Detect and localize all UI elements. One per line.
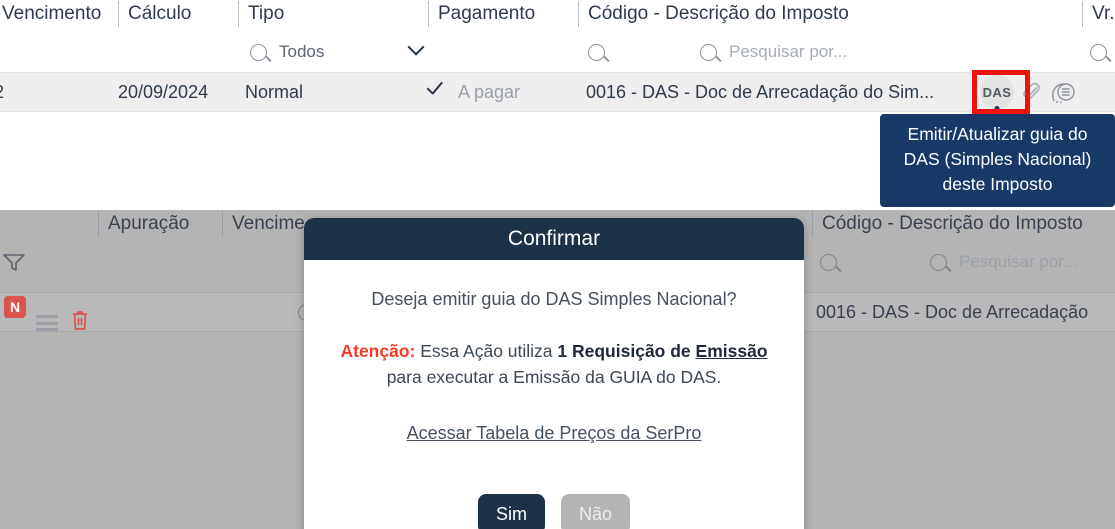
column-header-vencimento-2[interactable]: Vencime (222, 210, 305, 238)
filter-tipo-value: Todos (279, 42, 325, 61)
filter-tipo[interactable]: Todos (238, 32, 428, 72)
filter-imposto-placeholder: Pesquisar por... (729, 42, 848, 61)
modal-question: Deseja emitir guia do DAS Simples Nacion… (371, 289, 737, 309)
modal-warning: Atenção: Essa Ação utiliza 1 Requisição … (330, 338, 778, 390)
modal-warning-text-2: para executar a Emissão da GUIA do DAS. (386, 367, 722, 387)
cell-actions: DAS (980, 73, 1076, 111)
column-header-imposto[interactable]: Código - Descrição do Imposto (578, 0, 849, 28)
das-active-dot-icon (994, 106, 1000, 111)
column-header-calculo[interactable]: Cálculo (118, 0, 191, 28)
column-header-valor[interactable]: Vr. (1082, 0, 1115, 28)
filter-imposto-icon-wrap-2[interactable] (820, 242, 837, 282)
filter-funnel[interactable] (2, 242, 26, 282)
search-icon (1090, 43, 1107, 61)
hamburger-menu-icon[interactable] (36, 304, 58, 342)
column-header-imposto-2[interactable]: Código - Descrição do Imposto (812, 210, 1083, 238)
search-icon (588, 43, 605, 61)
status-badge-n: N (4, 296, 26, 318)
filter-imposto[interactable]: Pesquisar por... (700, 32, 1030, 72)
das-button[interactable]: DAS (980, 75, 1014, 111)
head-notes-icon[interactable] (1050, 79, 1076, 105)
filter-funnel-icon (2, 252, 26, 272)
column-header-apuracao[interactable]: Apuração (98, 210, 189, 238)
cell-calculo: 20/09/2024 (118, 81, 209, 102)
modal-title: Confirmar (304, 218, 804, 260)
top-grid-header-row: Vencimento Cálculo Tipo Pagamento Código… (0, 0, 1115, 32)
cell-imposto: 0016 - DAS - Doc de Arrecadação do Sim..… (586, 81, 935, 102)
modal-warning-bold-1: 1 Requisição de (557, 341, 691, 361)
chevron-down-icon[interactable] (407, 38, 425, 56)
cell-vencimento: 2 (0, 73, 4, 111)
modal-warning-text-1: Essa Ação utiliza (420, 341, 553, 361)
modal-warning-bold-2: Emissão (695, 341, 768, 361)
cell-tipo: Normal (245, 81, 304, 102)
filter-imposto-2[interactable]: Pesquisar por... (930, 242, 1115, 282)
trash-icon[interactable] (70, 301, 90, 339)
filter-valor[interactable] (1090, 32, 1107, 72)
das-button-label: DAS (980, 75, 1014, 109)
cancel-button[interactable]: Não (560, 494, 631, 529)
filter-imposto-icon-wrap[interactable] (588, 32, 605, 72)
confirm-button[interactable]: Sim (477, 494, 545, 529)
top-grid-data-row[interactable]: 2 20/09/2024 Normal A pagar 0016 - DAS -… (0, 72, 1115, 112)
column-header-pagamento[interactable]: Pagamento (428, 0, 535, 28)
search-icon (930, 253, 947, 271)
check-icon (425, 82, 445, 102)
modal-body: Deseja emitir guia do DAS Simples Nacion… (304, 260, 804, 464)
filter-imposto-placeholder-2: Pesquisar por... (959, 252, 1078, 271)
column-header-tipo[interactable]: Tipo (238, 0, 284, 28)
cell-imposto-2: 0016 - DAS - Doc de Arrecadação (816, 301, 1089, 322)
tooltip: Emitir/Atualizar guia do DAS (Simples Na… (880, 114, 1115, 207)
serpro-price-table-link[interactable]: Acessar Tabela de Preços da SerPro (407, 420, 702, 446)
status-badge-box[interactable]: N (4, 296, 26, 318)
paperclip-icon[interactable] (1020, 80, 1042, 104)
app-root: Vencimento Cálculo Tipo Pagamento Código… (0, 0, 1115, 529)
column-header-vencimento[interactable]: Vencimento (0, 0, 101, 28)
search-icon (820, 253, 837, 271)
top-grid-filter-row: Todos Pesquisar por... (0, 32, 1115, 72)
cell-pagamento-check (425, 73, 445, 111)
cell-pagamento: A pagar (458, 81, 521, 102)
modal-actions: Sim Não (304, 464, 804, 529)
modal-warning-label: Atenção: (340, 341, 416, 361)
confirm-modal: Confirmar Deseja emitir guia do DAS Simp… (304, 218, 804, 529)
search-icon (700, 43, 717, 61)
search-icon (250, 43, 267, 61)
